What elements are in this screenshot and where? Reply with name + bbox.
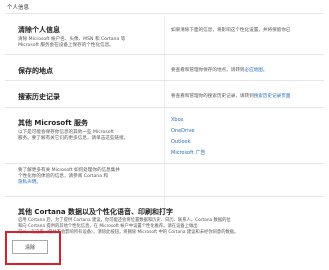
search-history-note: 要查看和管理你的搜索历史记录，请转到搜索历史记录页面 <box>171 93 290 100</box>
saved-places-heading: 保存的地点 <box>18 67 53 75</box>
divider <box>5 80 324 81</box>
privacy-note-line-2: 个性化你的体验的信息，请参阅 Cortana 和 <box>18 174 109 179</box>
saved-places-note: 要查看和管理你保存的地点，请转到必应地图。 <box>171 67 268 74</box>
microsoft-advertising-link[interactable]: Microsoft 广告 <box>171 150 205 156</box>
divider <box>5 163 324 164</box>
divider <box>5 13 324 14</box>
cortana-data-heading: 其他 Cortana 数据以及个性化语音、印刷和打字 <box>18 208 174 216</box>
privacy-statement-link[interactable]: 隐私声明。 <box>18 180 41 186</box>
clear-personal-info-note: 如果清除下面的信息，将影响这个性化设置，并将保留你已 <box>171 28 291 33</box>
search-history-link[interactable]: 搜索历史记录页面 <box>254 94 291 99</box>
other-services-desc-line-2: 服务。要了解有关它们的更多信息，请单击这些链接。 <box>18 136 129 141</box>
other-services-heading: 其他 Microsoft 服务 <box>18 119 89 127</box>
onedrive-link[interactable]: OneDrive <box>171 128 195 134</box>
search-history-note-text: 要查看和管理你的搜索历史记录，请转到 <box>171 94 254 99</box>
divider <box>5 107 324 108</box>
search-history-heading: 搜索历史记录 <box>18 93 60 101</box>
outlook-link[interactable]: Outlook <box>171 139 190 145</box>
clear-personal-info-desc-line-2: Microsoft 服务会在设备上保存的个性化信息。 <box>18 43 114 48</box>
divider <box>5 54 324 55</box>
section-title: 个人信息 <box>7 5 30 11</box>
bing-maps-link[interactable]: 必应地图。 <box>245 68 268 73</box>
clear-personal-info-heading: 清除个人信息 <box>18 26 60 34</box>
clear-button[interactable]: 清除 <box>12 240 48 254</box>
saved-places-note-text: 要查看和管理你保存的地点，请转到 <box>171 68 245 73</box>
column-divider <box>164 16 165 212</box>
xbox-link[interactable]: Xbox <box>171 117 183 123</box>
divider <box>5 196 324 197</box>
